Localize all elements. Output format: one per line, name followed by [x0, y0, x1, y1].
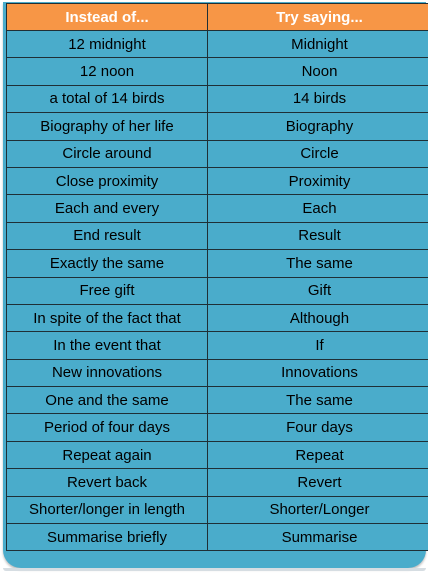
instead-of-cell: End result: [6, 221, 208, 251]
table-row: Summarise briefly Summarise: [6, 523, 428, 552]
phrase-table: Instead of... Try saying... 12 midnight …: [6, 3, 428, 552]
table-row: In spite of the fact that Although: [6, 303, 428, 333]
instead-of-cell: Close proximity: [6, 166, 208, 196]
try-saying-cell: Four days: [207, 413, 428, 442]
instead-of-cell: Free gift: [6, 276, 208, 305]
table-row: End result Result: [6, 221, 428, 251]
table-row: Free gift Gift: [6, 276, 428, 305]
table-row: Biography of her life Biography: [6, 112, 428, 141]
table-row: One and the same The same: [6, 386, 428, 415]
instead-of-cell: Period of four days: [6, 413, 208, 442]
instead-of-cell: 12 noon: [6, 57, 208, 86]
table-row: 12 midnight Midnight: [6, 29, 428, 59]
slide-frame: Instead of... Try saying... 12 midnight …: [0, 0, 428, 576]
try-saying-cell: Revert: [207, 468, 428, 497]
try-saying-cell: Repeat: [207, 440, 428, 470]
table-row: New innovations Innovations: [6, 358, 428, 388]
instead-of-cell: Biography of her life: [6, 112, 208, 141]
try-saying-cell: Each: [207, 194, 428, 223]
instead-of-cell: Revert back: [6, 468, 208, 497]
try-saying-cell: Gift: [207, 276, 428, 305]
try-saying-cell: Circle: [207, 139, 428, 168]
instead-of-cell: In spite of the fact that: [6, 303, 208, 333]
instead-of-cell: New innovations: [6, 358, 208, 388]
table-row: 12 noon Noon: [6, 57, 428, 86]
try-saying-cell: 14 birds: [207, 84, 428, 114]
try-saying-cell: Shorter/Longer: [207, 495, 428, 525]
instead-of-cell: In the event that: [6, 331, 208, 360]
table-row: Revert back Revert: [6, 468, 428, 497]
table-row: Exactly the same The same: [6, 249, 428, 278]
instead-of-cell: Repeat again: [6, 440, 208, 470]
try-saying-cell: Innovations: [207, 358, 428, 388]
instead-of-cell: a total of 14 birds: [6, 84, 208, 114]
instead-of-cell: 12 midnight: [6, 29, 208, 59]
try-saying-cell: Although: [207, 303, 428, 333]
instead-of-cell: Exactly the same: [6, 249, 208, 278]
table-row: Close proximity Proximity: [6, 166, 428, 196]
table-header-row: Instead of... Try saying...: [6, 3, 428, 31]
header-instead-of: Instead of...: [6, 3, 208, 31]
table-row: In the event that If: [6, 331, 428, 360]
table-row: Repeat again Repeat: [6, 440, 428, 470]
try-saying-cell: The same: [207, 249, 428, 278]
instead-of-cell: One and the same: [6, 386, 208, 415]
table-row: Period of four days Four days: [6, 413, 428, 442]
instead-of-cell: Each and every: [6, 194, 208, 223]
instead-of-cell: Summarise briefly: [6, 523, 208, 552]
try-saying-cell: If: [207, 331, 428, 360]
try-saying-cell: Summarise: [207, 523, 428, 552]
try-saying-cell: Noon: [207, 57, 428, 86]
table-row: Circle around Circle: [6, 139, 428, 168]
instead-of-cell: Shorter/longer in length: [6, 495, 208, 525]
table-row: Each and every Each: [6, 194, 428, 223]
try-saying-cell: Midnight: [207, 29, 428, 59]
card-shadow-edge: [3, 568, 426, 571]
try-saying-cell: Result: [207, 221, 428, 251]
try-saying-cell: Biography: [207, 112, 428, 141]
try-saying-cell: The same: [207, 386, 428, 415]
try-saying-cell: Proximity: [207, 166, 428, 196]
table-row: a total of 14 birds 14 birds: [6, 84, 428, 114]
instead-of-cell: Circle around: [6, 139, 208, 168]
table-row: Shorter/longer in length Shorter/Longer: [6, 495, 428, 525]
header-try-saying: Try saying...: [207, 3, 428, 31]
